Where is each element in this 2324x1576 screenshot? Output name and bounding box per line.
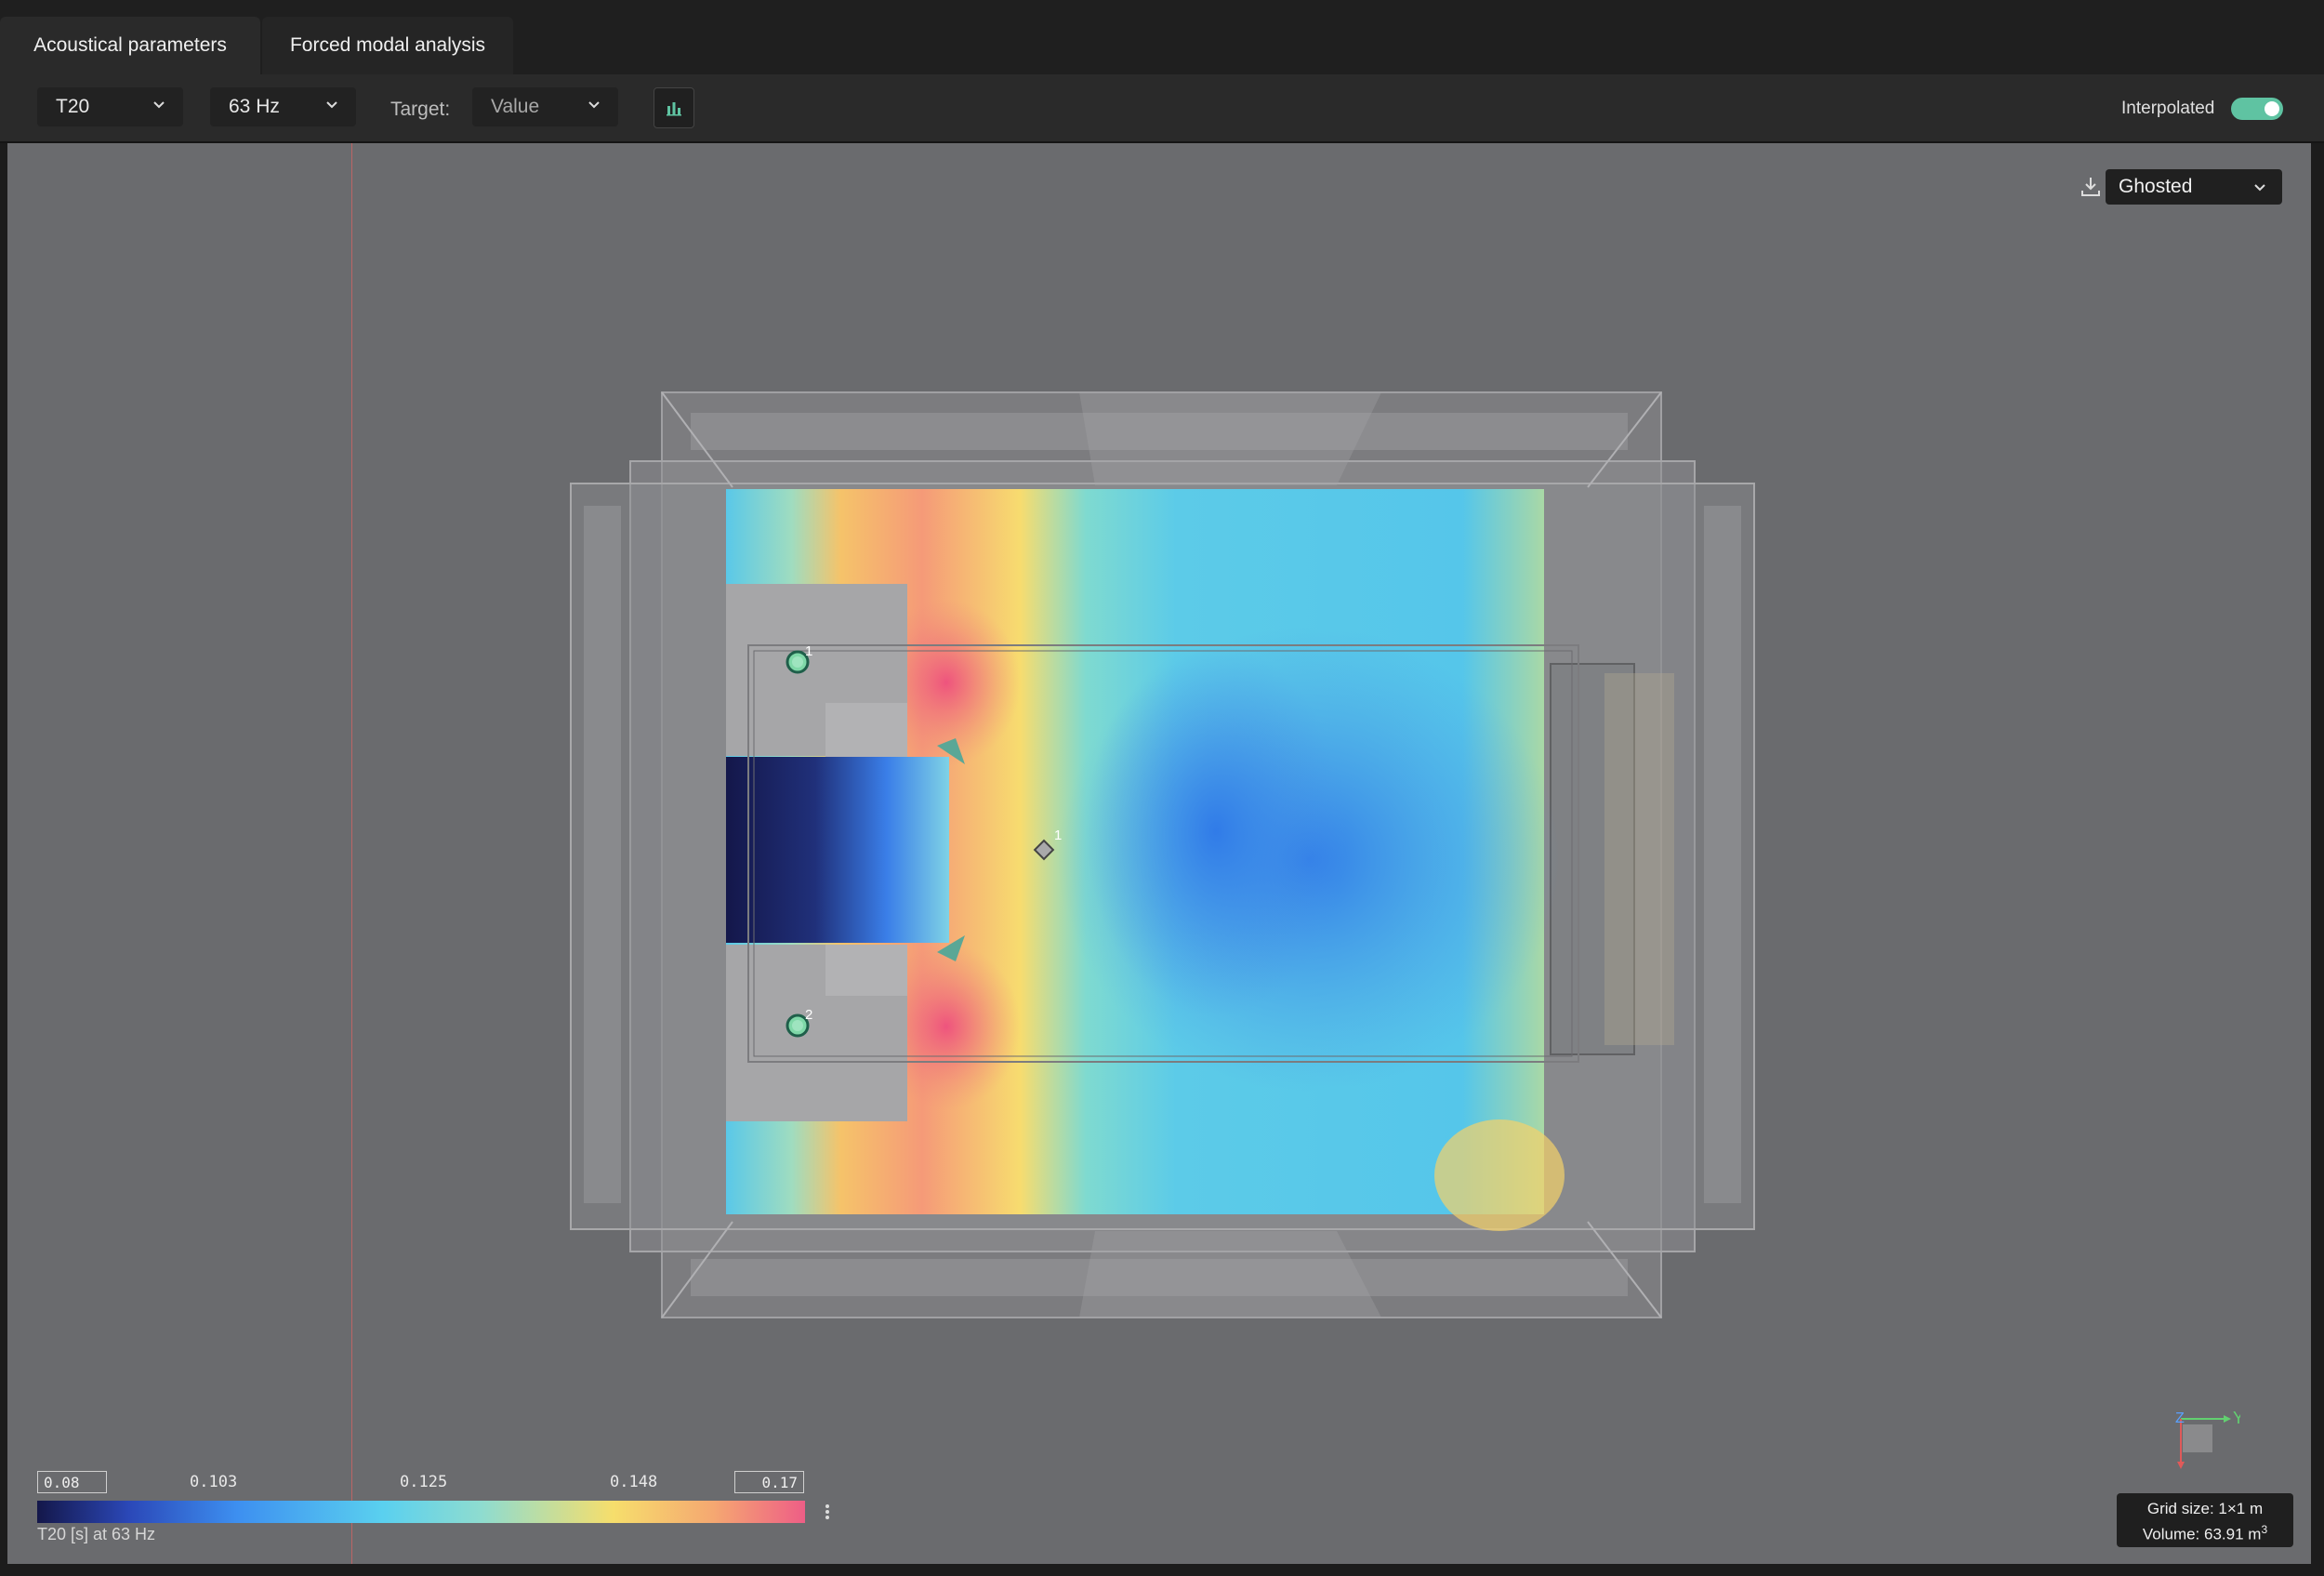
grid-size-text: Grid size: 1×1 m (2146, 1500, 2264, 1517)
legend-min-value: 0.08 (44, 1473, 80, 1491)
viewport-3d[interactable]: 1 2 1 Z Y (7, 143, 2311, 1564)
source-label: 2 (805, 1007, 813, 1023)
grid-info-box: Grid size: 1×1 m Volume: 63.91 m3 (2117, 1493, 2293, 1547)
chevron-down-icon (326, 101, 337, 109)
tab-bar: Acoustical parameters Forced modal analy… (0, 0, 2324, 74)
volume-value: Volume: 63.91 m (2142, 1525, 2262, 1543)
chevron-down-icon (2254, 184, 2265, 192)
section-line (351, 143, 352, 1564)
tab-label: Forced modal analysis (289, 34, 486, 56)
download-icon[interactable] (2079, 175, 2103, 199)
view-mode-dropdown[interactable]: Ghosted (2106, 169, 2282, 205)
axes-gizmo-icon: Z Y (2175, 1409, 2240, 1469)
target-value: Value (491, 96, 540, 117)
volume-text: Volume: 63.91 m3 (2117, 1519, 2293, 1545)
receiver-label: 1 (1054, 828, 1063, 843)
chevron-down-icon (588, 101, 600, 109)
view-mode-value: Ghosted (2119, 176, 2193, 197)
axis-y-label: Y (2233, 1409, 2240, 1427)
interpolated-toggle[interactable] (2231, 98, 2283, 120)
target-dropdown[interactable]: Value (472, 87, 618, 126)
legend-max-value: 0.17 (761, 1473, 798, 1491)
color-scale-bar (37, 1501, 805, 1523)
tab-label: Acoustical parameters (33, 34, 227, 56)
chart-button[interactable] (654, 87, 694, 128)
parameter-value: T20 (56, 96, 90, 117)
toolbar: T20 63 Hz Target: Value Interpolated (0, 74, 2324, 143)
chevron-down-icon (153, 101, 165, 109)
toggle-knob (2265, 101, 2279, 116)
more-vertical-icon[interactable] (823, 1501, 832, 1523)
frequency-value: 63 Hz (229, 96, 280, 117)
legend-min-input[interactable]: 0.08 (37, 1471, 107, 1493)
tab-forced-modal-analysis[interactable]: Forced modal analysis (262, 17, 513, 74)
parameter-dropdown[interactable]: T20 (37, 87, 183, 126)
interpolated-label: Interpolated (2121, 99, 2215, 118)
legend-tick: 0.148 (610, 1473, 658, 1491)
legend-tick: 0.125 (400, 1473, 448, 1491)
volume-unit-sup: 3 (2261, 1523, 2268, 1536)
source-label: 1 (805, 643, 813, 659)
legend-tick: 0.103 (190, 1473, 238, 1491)
target-label: Target: (390, 99, 451, 120)
legend-max-input[interactable]: 0.17 (734, 1471, 804, 1493)
room-scene (570, 391, 1755, 1318)
axis-z-label: Z (2175, 1410, 2185, 1426)
frequency-dropdown[interactable]: 63 Hz (210, 87, 356, 126)
legend-caption: T20 [s] at 63 Hz (37, 1525, 156, 1543)
bar-chart-icon (667, 102, 681, 116)
tab-acoustical-parameters[interactable]: Acoustical parameters (0, 17, 260, 74)
